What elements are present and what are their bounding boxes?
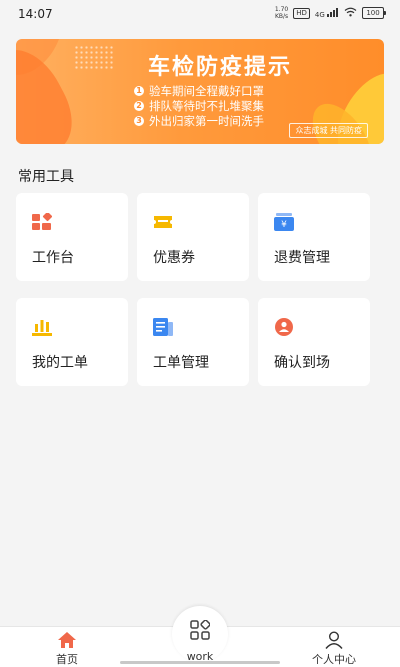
status-time: 14:07 <box>18 7 53 21</box>
tool-label: 优惠券 <box>153 250 195 266</box>
network-speed: 1.70 KB/s <box>274 6 289 20</box>
banner-tips: 1 验车期间全程戴好口罩 2 排队等待时不扎堆聚集 3 外出归家第一时间洗手 <box>134 83 264 128</box>
user-icon <box>324 631 344 649</box>
tool-label: 确认到场 <box>274 355 330 371</box>
banner-tip: 3 外出归家第一时间洗手 <box>134 113 264 128</box>
tool-label: 退费管理 <box>274 250 330 266</box>
banner-tip: 1 验车期间全程戴好口罩 <box>134 83 264 98</box>
tool-label: 工单管理 <box>153 355 209 371</box>
nav-profile[interactable]: 个人中心 <box>294 627 374 667</box>
chart-icon <box>32 318 52 336</box>
signal-icon: 4G <box>315 7 339 19</box>
status-icons: 1.70 KB/s HD 4G 100 <box>274 6 386 20</box>
coupon-icon <box>153 213 173 231</box>
tip-text: 外出归家第一时间洗手 <box>149 113 264 128</box>
tip-number: 1 <box>134 85 144 96</box>
tool-label: 我的工单 <box>32 355 88 371</box>
banner-tip: 2 排队等待时不扎堆聚集 <box>134 98 264 113</box>
nav-label: 首页 <box>56 653 78 666</box>
banner-title: 车检防疫提示 <box>147 55 292 80</box>
tool-confirm-arrival[interactable]: 确认到场 <box>258 298 370 386</box>
banner-slogan: 众志成城 共同防疫 <box>289 123 368 138</box>
tip-number: 3 <box>134 115 144 126</box>
wifi-icon <box>344 7 357 19</box>
epidemic-banner[interactable]: 车检防疫提示 1 验车期间全程戴好口罩 2 排队等待时不扎堆聚集 3 外出归家第… <box>16 39 384 144</box>
section-title: 常用工具 <box>18 169 74 185</box>
tool-order-management[interactable]: 工单管理 <box>137 298 249 386</box>
nav-home[interactable]: 首页 <box>27 627 107 667</box>
battery-icon: 100 <box>362 7 386 19</box>
tip-text: 排队等待时不扎堆聚集 <box>149 98 264 113</box>
person-check-icon <box>274 318 294 336</box>
home-indicator <box>120 661 280 664</box>
tool-my-orders[interactable]: 我的工单 <box>16 298 128 386</box>
workbench-icon <box>32 211 53 231</box>
grid-icon <box>190 619 211 640</box>
tool-coupon[interactable]: 优惠券 <box>137 193 249 281</box>
home-icon <box>57 631 77 649</box>
tip-number: 2 <box>134 100 144 111</box>
svg-text:¥: ¥ <box>281 220 287 230</box>
tool-label: 工作台 <box>32 250 74 266</box>
document-icon <box>153 318 173 336</box>
nav-label: 个人中心 <box>312 653 356 666</box>
tool-workbench[interactable]: 工作台 <box>16 193 128 281</box>
tool-refund[interactable]: ¥ 退费管理 <box>258 193 370 281</box>
refund-icon: ¥ <box>274 213 294 231</box>
tip-text: 验车期间全程戴好口罩 <box>149 83 264 98</box>
hd-icon: HD <box>293 7 310 19</box>
status-bar: 14:07 1.70 KB/s HD 4G 100 <box>0 0 400 28</box>
